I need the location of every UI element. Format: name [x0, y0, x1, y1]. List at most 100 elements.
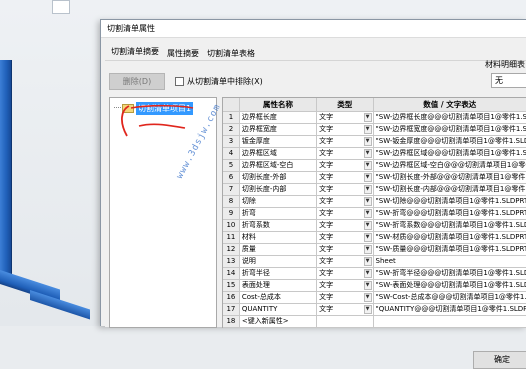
value-cell[interactable]: "SW-Cost-总成本@@@切割清单项目1@零件1.S — [374, 292, 526, 303]
value-cell[interactable]: "SW-质量@@@切割清单项目1@零件1.SLDPRT" — [374, 244, 526, 255]
value-cell[interactable]: "QUANTITY@@@切割清单项目1@零件1.SLDPRT — [374, 304, 526, 315]
type-cell[interactable]: 文字 ▼ — [317, 148, 374, 159]
value-cell[interactable]: "SW-切割长度-内部@@@切割清单项目1@零件1 — [374, 184, 526, 195]
type-cell[interactable]: 文字 ▼ — [317, 160, 374, 171]
property-name-cell[interactable]: 材料 — [240, 232, 318, 243]
table-row[interactable]: 6 切割长度-外部 文字 ▼ "SW-切割长度-外部@@@切割清单项目1@零件1 — [223, 172, 526, 184]
table-row[interactable]: 4 边界框区域 文字 ▼ "SW-边界框区域@@@切割清单项目1@零件1.SL — [223, 148, 526, 160]
type-cell[interactable]: 文字 ▼ — [317, 196, 374, 207]
type-cell[interactable]: 文字 ▼ — [317, 244, 374, 255]
property-name-cell[interactable]: 钣金厚度 — [240, 136, 318, 147]
chevron-down-icon[interactable]: ▼ — [363, 125, 372, 134]
type-cell[interactable]: 文字 ▼ — [317, 292, 374, 303]
type-cell[interactable]: 文字 ▼ — [317, 280, 374, 291]
type-cell[interactable]: 文字 ▼ — [317, 232, 374, 243]
property-name-cell[interactable]: 边界框区域 — [240, 148, 318, 159]
table-row[interactable]: 11 材料 文字 ▼ "SW-材质@@@切割清单项目1@零件1.SLDPRT" — [223, 232, 526, 244]
table-row[interactable]: 1 边界框长度 文字 ▼ "SW-边界框长度@@@切割清单项目1@零件1.SL — [223, 112, 526, 124]
dialog-titlebar[interactable]: 切割清单属性 — [101, 20, 526, 38]
table-row[interactable]: 8 切除 文字 ▼ "SW-切除@@@切割清单项目1@零件1.SLDPRT" — [223, 196, 526, 208]
chevron-down-icon[interactable]: ▼ — [363, 197, 372, 206]
checkbox-box[interactable] — [175, 77, 184, 86]
type-cell[interactable]: 文字 ▼ — [317, 124, 374, 135]
property-name-cell[interactable]: QUANTITY — [240, 304, 318, 315]
chevron-down-icon[interactable]: ▼ — [363, 281, 372, 290]
chevron-down-icon[interactable]: ▼ — [363, 221, 372, 230]
table-row[interactable]: 15 表面处理 文字 ▼ "SW-表面处理@@@切割清单项目1@零件1.SLDP — [223, 280, 526, 292]
type-cell[interactable] — [317, 316, 374, 327]
property-name-cell[interactable]: 切割长度-外部 — [240, 172, 318, 183]
table-row[interactable]: 18 <键入新属性> — [223, 316, 526, 328]
property-name-cell[interactable]: 边界框长度 — [240, 112, 318, 123]
type-cell[interactable]: 文字 ▼ — [317, 268, 374, 279]
table-row[interactable]: 16 Cost-总成本 文字 ▼ "SW-Cost-总成本@@@切割清单项目1@零件1.… — [223, 292, 526, 304]
value-cell[interactable]: "SW-边界框长度@@@切割清单项目1@零件1.SL — [374, 112, 526, 123]
property-name-cell[interactable]: 切割长度-内部 — [240, 184, 318, 195]
value-cell[interactable]: "SW-边界框宽度@@@切割清单项目1@零件1.SL — [374, 124, 526, 135]
table-row[interactable]: 12 质量 文字 ▼ "SW-质量@@@切割清单项目1@零件1.SLDPRT" — [223, 244, 526, 256]
type-cell[interactable]: 文字 ▼ — [317, 172, 374, 183]
table-row[interactable]: 13 说明 文字 ▼ Sheet — [223, 256, 526, 268]
chevron-down-icon[interactable]: ▼ — [363, 113, 372, 122]
exclude-from-cutlist-checkbox[interactable]: 从切割清单中排除(X) — [175, 76, 263, 87]
chevron-down-icon[interactable]: ▼ — [363, 149, 372, 158]
value-cell[interactable] — [374, 316, 526, 327]
table-row[interactable]: 2 边界框宽度 文字 ▼ "SW-边界框宽度@@@切割清单项目1@零件1.SL — [223, 124, 526, 136]
row-number: 15 — [223, 280, 240, 291]
chevron-down-icon[interactable]: ▼ — [363, 293, 372, 302]
value-cell[interactable]: "SW-切除@@@切割清单项目1@零件1.SLDPRT" — [374, 196, 526, 207]
type-cell[interactable]: 文字 ▼ — [317, 220, 374, 231]
property-name-cell[interactable]: 折弯半径 — [240, 268, 318, 279]
table-row[interactable]: 7 切割长度-内部 文字 ▼ "SW-切割长度-内部@@@切割清单项目1@零件1 — [223, 184, 526, 196]
table-row[interactable]: 3 钣金厚度 文字 ▼ "SW-钣金厚度@@@切割清单项目1@零件1.SLD — [223, 136, 526, 148]
chevron-down-icon[interactable]: ▼ — [363, 161, 372, 170]
type-cell[interactable]: 文字 ▼ — [317, 136, 374, 147]
chevron-down-icon[interactable]: ▼ — [363, 173, 372, 182]
property-name-cell[interactable]: 表面处理 — [240, 280, 318, 291]
value-cell[interactable]: Sheet — [374, 256, 526, 267]
type-cell[interactable]: 文字 ▼ — [317, 304, 374, 315]
value-cell[interactable]: "SW-边界框区域@@@切割清单项目1@零件1.SL — [374, 148, 526, 159]
delete-button[interactable]: 删除(D) — [109, 73, 165, 90]
type-cell[interactable]: 文字 ▼ — [317, 256, 374, 267]
value-cell[interactable]: "SW-折弯系数@@@切割清单项目1@零件1.SLD — [374, 220, 526, 231]
viewport-toolbar-icon[interactable] — [52, 0, 70, 14]
property-name-cell[interactable]: 说明 — [240, 256, 318, 267]
tree-item-cutlist-1[interactable]: 切割清单项目1 — [122, 102, 194, 115]
property-name-cell[interactable]: 切除 — [240, 196, 318, 207]
material-bom-select[interactable]: 无 — [491, 73, 526, 88]
value-cell[interactable]: "SW-表面处理@@@切割清单项目1@零件1.SLDP — [374, 280, 526, 291]
property-name-cell[interactable]: 边界框区域-空白 — [240, 160, 318, 171]
chevron-down-icon[interactable]: ▼ — [363, 257, 372, 266]
chevron-down-icon[interactable]: ▼ — [363, 137, 372, 146]
value-cell[interactable]: "SW-折弯@@@切割清单项目1@零件1.SLDPRT" — [374, 208, 526, 219]
table-row[interactable]: 14 折弯半径 文字 ▼ "SW-折弯半径@@@切割清单项目1@零件1.SLD — [223, 268, 526, 280]
chevron-down-icon[interactable]: ▼ — [363, 245, 372, 254]
property-name-cell[interactable]: 边界框宽度 — [240, 124, 318, 135]
chevron-down-icon[interactable]: ▼ — [363, 185, 372, 194]
type-cell[interactable]: 文字 ▼ — [317, 184, 374, 195]
property-name-cell[interactable]: 折弯 — [240, 208, 318, 219]
header-value: 数值 / 文字表达 — [373, 98, 526, 111]
table-row[interactable]: 5 边界框区域-空白 文字 ▼ "SW-边界框区域-空白@@@切割清单项目1@零件 — [223, 160, 526, 172]
row-number: 11 — [223, 232, 240, 243]
table-row[interactable]: 10 折弯系数 文字 ▼ "SW-折弯系数@@@切割清单项目1@零件1.SLD — [223, 220, 526, 232]
value-cell[interactable]: "SW-材质@@@切割清单项目1@零件1.SLDPRT" — [374, 232, 526, 243]
type-cell[interactable]: 文字 ▼ — [317, 208, 374, 219]
table-row[interactable]: 9 折弯 文字 ▼ "SW-折弯@@@切割清单项目1@零件1.SLDPRT" — [223, 208, 526, 220]
value-cell[interactable]: "SW-切割长度-外部@@@切割清单项目1@零件1 — [374, 172, 526, 183]
value-cell[interactable]: "SW-边界框区域-空白@@@切割清单项目1@零件 — [374, 160, 526, 171]
chevron-down-icon[interactable]: ▼ — [363, 269, 372, 278]
property-name-cell[interactable]: <键入新属性> — [240, 316, 318, 327]
property-name-cell[interactable]: Cost-总成本 — [240, 292, 318, 303]
property-name-cell[interactable]: 折弯系数 — [240, 220, 318, 231]
chevron-down-icon[interactable]: ▼ — [363, 305, 372, 314]
chevron-down-icon[interactable]: ▼ — [363, 209, 372, 218]
value-cell[interactable]: "SW-折弯半径@@@切割清单项目1@零件1.SLD — [374, 268, 526, 279]
property-name-cell[interactable]: 质量 — [240, 244, 318, 255]
table-row[interactable]: 17 QUANTITY 文字 ▼ "QUANTITY@@@切割清单项目1@零件1.SLD… — [223, 304, 526, 316]
ok-button[interactable]: 确定 — [473, 351, 526, 369]
chevron-down-icon[interactable]: ▼ — [363, 233, 372, 242]
value-cell[interactable]: "SW-钣金厚度@@@切割清单项目1@零件1.SLD — [374, 136, 526, 147]
type-cell[interactable]: 文字 ▼ — [317, 112, 374, 123]
